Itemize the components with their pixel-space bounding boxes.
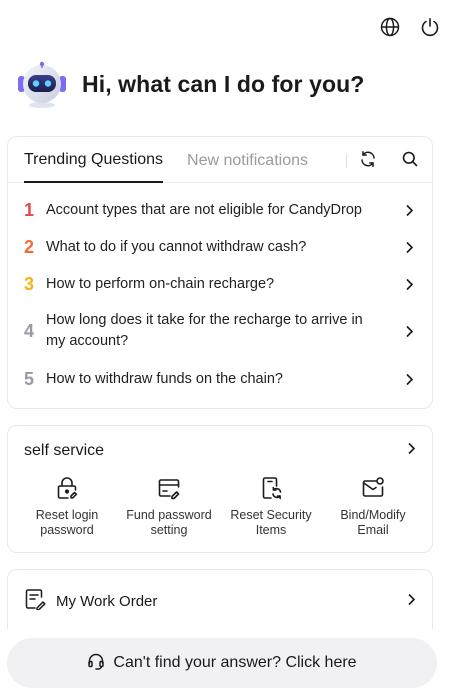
self-service-card: self service Reset login password Fund p… <box>7 425 433 553</box>
chevron-right-icon <box>402 325 416 338</box>
work-order-icon <box>24 588 46 615</box>
question-item-1[interactable]: 1 Account types that are not eligible fo… <box>8 191 432 229</box>
reset-login-password-label: Reset login password <box>35 508 99 537</box>
reset-security-items-button[interactable]: Reset Security Items <box>220 474 322 538</box>
self-service-header[interactable]: self service <box>8 426 432 460</box>
globe-icon[interactable] <box>379 16 401 38</box>
question-text: How long does it take for the recharge t… <box>46 312 363 349</box>
robot-avatar-icon <box>18 61 66 108</box>
email-icon <box>359 474 387 502</box>
cant-find-answer-button[interactable]: Can't find your answer? Click here <box>7 638 437 688</box>
question-item-5[interactable]: 5 How to withdraw funds on the chain? <box>8 359 432 399</box>
bind-modify-email-label: Bind/Modify Email <box>340 508 406 537</box>
chevron-right-icon <box>407 593 416 611</box>
reset-security-items-label: Reset Security Items <box>230 508 312 537</box>
tab-bar: Trending Questions New notifications <box>8 137 432 183</box>
my-work-order-button[interactable]: My Work Order <box>8 570 432 615</box>
chevron-right-icon <box>402 278 416 291</box>
question-text: How to perform on-chain recharge? <box>46 275 275 292</box>
tab-trending-questions[interactable]: Trending Questions <box>24 137 164 183</box>
device-refresh-icon <box>257 474 285 502</box>
question-item-3[interactable]: 3 How to perform on-chain recharge? <box>8 265 432 303</box>
question-rank: 2 <box>24 236 35 257</box>
question-item-2[interactable]: 2 What to do if you cannot withdraw cash… <box>8 229 432 265</box>
bind-modify-email-button[interactable]: Bind/Modify Email <box>322 474 424 538</box>
chevron-right-icon <box>402 204 416 217</box>
power-icon[interactable] <box>419 16 441 38</box>
card-edit-icon <box>155 474 183 502</box>
greeting-section: Hi, what can I do for you? <box>14 58 364 110</box>
tab-new-notifications[interactable]: New notifications <box>187 137 308 183</box>
lock-reset-icon <box>53 474 81 502</box>
tab-tools <box>358 149 420 169</box>
question-rank: 1 <box>24 199 35 220</box>
question-list: 1 Account types that are not eligible fo… <box>8 183 432 399</box>
question-text: How to withdraw funds on the chain? <box>46 370 283 387</box>
work-order-card: My Work Order <box>7 569 433 629</box>
question-rank: 5 <box>24 368 35 389</box>
chevron-right-icon <box>402 373 416 386</box>
self-service-items: Reset login password Fund password setti… <box>8 474 432 538</box>
fund-password-setting-label: Fund password setting <box>126 508 212 537</box>
headset-icon <box>87 652 105 675</box>
question-text: Account types that are not eligible for … <box>46 201 362 218</box>
top-bar <box>379 16 441 38</box>
question-item-4[interactable]: 4 How long does it take for the recharge… <box>8 303 432 359</box>
reset-login-password-button[interactable]: Reset login password <box>16 474 118 538</box>
question-rank: 3 <box>24 273 35 294</box>
questions-card: Trending Questions New notifications 1 A… <box>7 136 433 409</box>
cant-find-answer-label: Can't find your answer? Click here <box>113 654 357 671</box>
question-rank: 4 <box>24 320 35 341</box>
fund-password-setting-button[interactable]: Fund password setting <box>118 474 220 538</box>
refresh-icon[interactable] <box>358 149 378 169</box>
chevron-right-icon <box>407 442 416 460</box>
greeting-title: Hi, what can I do for you? <box>82 70 365 97</box>
question-text: What to do if you cannot withdraw cash? <box>46 238 307 255</box>
search-icon[interactable] <box>400 149 420 169</box>
my-work-order-label: My Work Order <box>56 593 158 610</box>
self-service-title: self service <box>24 442 105 459</box>
tab-divider <box>346 154 347 168</box>
chevron-right-icon <box>402 241 416 254</box>
